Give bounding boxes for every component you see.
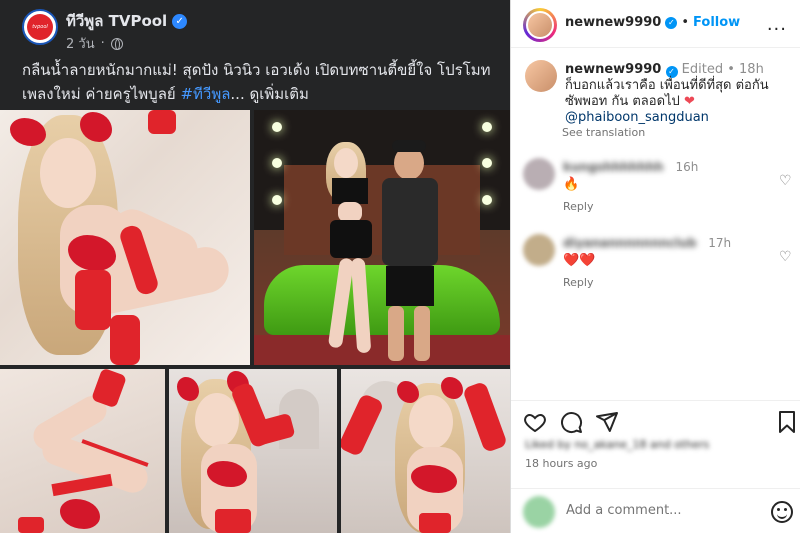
- caption: newnew9990 ✓ Edited • 18h ก็บอกแล้วเราคื…: [565, 62, 795, 126]
- commenter-avatar[interactable]: [523, 234, 555, 266]
- verified-badge-icon: ✓: [665, 66, 678, 78]
- caption-line2-row: ซัพพอท กัน ตลอดไป ❤: [565, 94, 795, 110]
- caption-username[interactable]: newnew9990: [565, 62, 661, 77]
- heart-emoji: ❤: [683, 94, 695, 109]
- story-ring[interactable]: [523, 8, 557, 42]
- action-bar: [511, 400, 800, 440]
- verified-badge-icon: ✓: [665, 16, 678, 29]
- verified-badge-icon: ✓: [172, 13, 188, 29]
- caption-line2: ซัพพอท กัน ตลอดไป: [565, 94, 680, 109]
- comment-head: diyanannnnnnnclub 17h: [563, 236, 731, 250]
- comment-icon[interactable]: [559, 410, 583, 434]
- emoji-icon[interactable]: [771, 501, 793, 523]
- caption-avatar[interactable]: [525, 60, 557, 92]
- comment-item: diyanannnnnnnclub 17h ❤️❤️ Reply ♡: [511, 234, 800, 304]
- dot-separator: •: [727, 62, 735, 77]
- reply-button[interactable]: Reply: [563, 200, 593, 213]
- post-text: กลืนน้ำลายหนักมากแม่! สุดปัง นิวนิว เอวเ…: [22, 58, 502, 106]
- caption-head: newnew9990 ✓ Edited • 18h: [565, 62, 795, 78]
- post-photo-1[interactable]: [0, 110, 250, 365]
- share-icon[interactable]: [595, 410, 619, 434]
- commenter-avatar[interactable]: [523, 158, 555, 190]
- facebook-post: tvpool ทีวีพูล TVPool ✓ 2 วัน · กลืนน้ำล…: [0, 0, 510, 533]
- post-photo-4[interactable]: [169, 369, 337, 533]
- username-link[interactable]: newnew9990: [565, 15, 661, 30]
- page-name-row[interactable]: ทีวีพูล TVPool ✓: [66, 9, 188, 33]
- ellipsis: ...: [230, 85, 245, 103]
- dot-separator: ·: [100, 36, 105, 51]
- ig-user-row: newnew9990 ✓ • Follow: [565, 15, 740, 30]
- comment-time[interactable]: 17h: [708, 236, 731, 250]
- add-comment-bar: [511, 488, 800, 533]
- dot-separator: •: [681, 15, 690, 30]
- commenter-username[interactable]: kungshhhhhhh: [563, 160, 664, 174]
- liked-by-text[interactable]: Liked by no_akane_18 and others: [525, 438, 709, 451]
- see-more-link[interactable]: ดูเพิ่มเติม: [250, 85, 309, 103]
- reply-button[interactable]: Reply: [563, 276, 593, 289]
- post-photo-3[interactable]: [0, 369, 165, 533]
- post-text-line1: กลืนน้ำลายหนักมากแม่! สุดปัง นิวนิว เอวเ…: [22, 61, 491, 79]
- post-header: tvpool ทีวีพูล TVPool ✓ 2 วัน ·: [0, 0, 510, 58]
- comment-item: kungshhhhhhh 16h 🔥 Reply ♡: [511, 158, 800, 228]
- mention-link[interactable]: @phaiboon_sangduan: [565, 110, 795, 126]
- caption-line1: ก็บอกแล้วเราคือ เพื่อนที่ดีที่สุด ต่อกัน: [565, 78, 769, 93]
- heart-icon[interactable]: ♡: [779, 250, 793, 264]
- globe-icon: [110, 37, 123, 50]
- bookmark-icon[interactable]: [775, 410, 799, 434]
- ig-header: newnew9990 ✓ • Follow ...: [511, 0, 800, 48]
- post-text-line2: เพลงใหม่ ค่ายครูไพบูลย์ #ทีวีพูล... ดูเพ…: [22, 82, 502, 106]
- commenter-username[interactable]: diyanannnnnnnclub: [563, 236, 696, 250]
- post-text-line2-prefix: เพลงใหม่ ค่ายครูไพบูลย์: [22, 85, 181, 103]
- comment-head: kungshhhhhhh 16h: [563, 160, 698, 174]
- comment-input[interactable]: [566, 503, 756, 518]
- more-options-icon[interactable]: ...: [767, 14, 787, 35]
- caption-time[interactable]: 18h: [739, 62, 764, 77]
- instagram-panel: newnew9990 ✓ • Follow ... newnew9990 ✓ E…: [510, 0, 800, 533]
- post-photo-5[interactable]: [341, 369, 510, 533]
- comment-text: ❤️❤️: [563, 253, 596, 268]
- avatar[interactable]: [526, 11, 554, 39]
- tvpool-logo: tvpool: [27, 14, 53, 40]
- current-user-avatar: [523, 496, 555, 528]
- posted-time: 18 hours ago: [525, 457, 598, 470]
- heart-icon[interactable]: [523, 410, 547, 434]
- comment-time[interactable]: 16h: [675, 160, 698, 174]
- post-meta: 2 วัน ·: [66, 33, 123, 54]
- see-translation-link[interactable]: See translation: [562, 126, 645, 139]
- hashtag-link[interactable]: #ทีวีพูล: [180, 85, 230, 103]
- page-avatar[interactable]: tvpool: [22, 9, 58, 45]
- page-name[interactable]: ทีวีพูล TVPool: [66, 9, 167, 33]
- edited-label: Edited: [681, 62, 724, 77]
- follow-button[interactable]: Follow: [693, 15, 740, 30]
- heart-icon[interactable]: ♡: [779, 174, 793, 188]
- comment-text: 🔥: [563, 177, 580, 192]
- post-time[interactable]: 2 วัน: [66, 33, 95, 54]
- post-photo-2[interactable]: [254, 110, 510, 365]
